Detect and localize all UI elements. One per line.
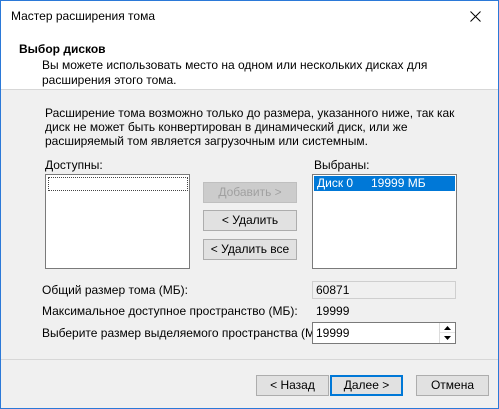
- available-label: Доступны:: [45, 158, 103, 172]
- wizard-header: Выбор дисков Вы можете использовать мест…: [1, 31, 498, 90]
- size-input[interactable]: [313, 323, 433, 343]
- next-button[interactable]: Далее >: [330, 375, 403, 396]
- page-subtitle: Вы можете использовать место на одном ил…: [42, 58, 428, 87]
- back-button[interactable]: < Назад: [256, 375, 329, 396]
- spin-buttons: [439, 323, 455, 343]
- max-space-label: Максимальное доступное пространство (МБ)…: [42, 304, 298, 318]
- page-title: Выбор дисков: [19, 42, 106, 56]
- total-size-label: Общий размер тома (МБ):: [42, 283, 188, 297]
- list-item[interactable]: Диск 0 19999 МБ: [314, 176, 455, 191]
- close-button[interactable]: [452, 1, 498, 31]
- description-text: Расширение тома возможно только до разме…: [45, 106, 455, 148]
- total-size-field: 60871: [312, 281, 456, 299]
- selected-disks-list[interactable]: Диск 0 19999 МБ: [312, 174, 457, 269]
- close-icon: [469, 10, 481, 22]
- add-button[interactable]: Добавить >: [203, 182, 297, 203]
- focus-placeholder: [48, 177, 188, 191]
- wizard-window: Мастер расширения тома Выбор дисков Вы м…: [0, 0, 499, 409]
- selected-label: Выбраны:: [314, 158, 370, 172]
- disk-name: Диск 0: [317, 176, 354, 190]
- window-title: Мастер расширения тома: [11, 9, 155, 23]
- remove-button[interactable]: < Удалить: [203, 210, 297, 231]
- spin-up-button[interactable]: [440, 323, 455, 333]
- spin-down-button[interactable]: [440, 333, 455, 343]
- disk-size: 19999 МБ: [371, 176, 426, 190]
- available-disks-list[interactable]: [45, 174, 190, 269]
- choose-size-label: Выберите размер выделяемого пространства…: [42, 326, 331, 340]
- footer-separator: [1, 359, 498, 360]
- remove-all-button[interactable]: < Удалить все: [203, 239, 297, 260]
- title-bar: Мастер расширения тома: [1, 1, 498, 31]
- max-space-field: 19999: [312, 302, 456, 320]
- cancel-button[interactable]: Отмена: [416, 375, 489, 396]
- arrow-down-icon: [444, 336, 451, 340]
- size-spinbox: [312, 322, 456, 344]
- arrow-up-icon: [444, 325, 451, 330]
